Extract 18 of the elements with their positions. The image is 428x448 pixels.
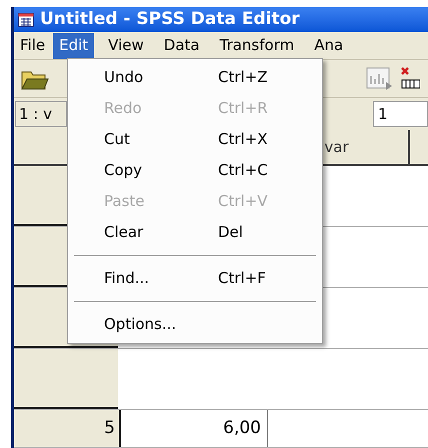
menu-item[interactable]: Data	[158, 32, 206, 58]
menu-entry[interactable]: Undo Ctrl+Z	[68, 62, 322, 93]
window-title: Untitled - SPSS Data Editor	[40, 8, 300, 31]
menu-item[interactable]: Transform	[214, 32, 300, 58]
menu-entry[interactable]: Clear Del	[68, 217, 322, 248]
cell-name-field[interactable]: 1 : v	[15, 101, 67, 127]
menu-item[interactable]: File	[14, 32, 52, 58]
cell-value-field[interactable]: 1	[373, 101, 428, 127]
row-number: 5	[14, 410, 121, 447]
menu-item[interactable]: Ana	[308, 32, 350, 58]
menu-item[interactable]: View	[102, 32, 150, 58]
chart-icon[interactable]	[366, 66, 394, 92]
insert-variable-icon[interactable]	[400, 66, 420, 92]
menu-entry[interactable]: Options...	[68, 309, 322, 340]
table-cell: 6,00	[121, 410, 268, 447]
spreadsheet-icon	[18, 12, 34, 26]
menu-entry[interactable]: Find... Ctrl+F	[68, 263, 322, 294]
menu-item[interactable]: Edit	[53, 32, 94, 58]
